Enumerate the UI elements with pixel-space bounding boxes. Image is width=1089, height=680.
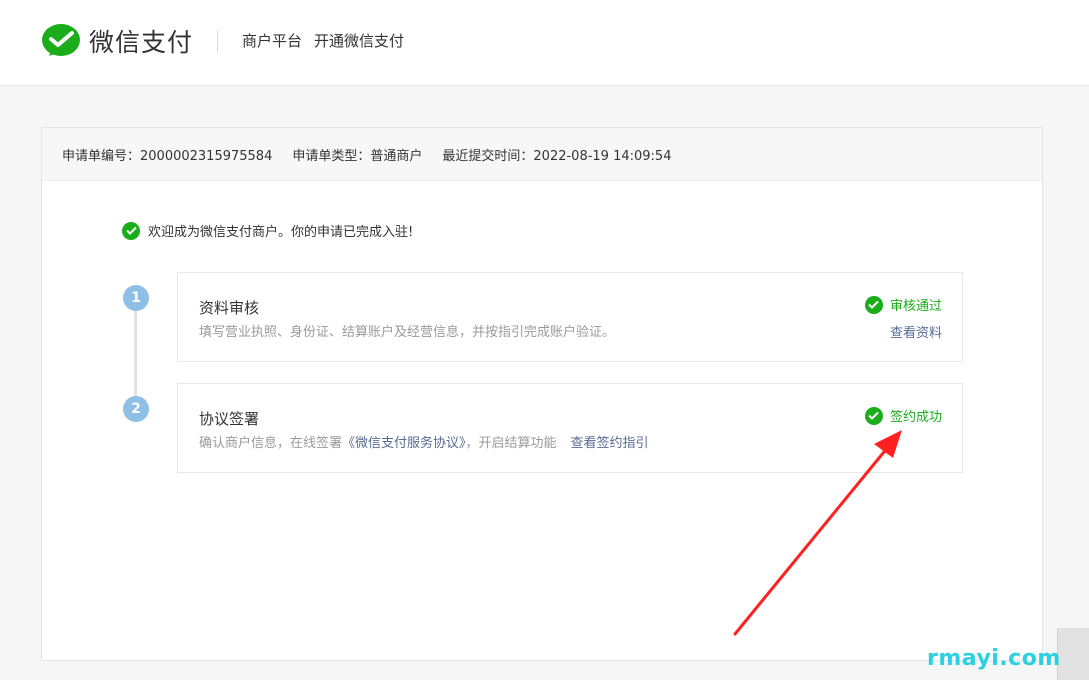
application-meta-bar: 申请单编号：2000002315975584 申请单类型：普通商户 最近提交时间… bbox=[42, 128, 1042, 181]
wechat-pay-logo[interactable]: 微信支付 bbox=[41, 23, 193, 59]
step-number-1: 1 bbox=[123, 285, 149, 311]
step-status: 签约成功 bbox=[864, 406, 942, 425]
signing-guide-link[interactable]: 查看签约指引 bbox=[571, 436, 649, 451]
step-description: 确认商户信息，在线签署《微信支付服务协议》，开启结算功能 查看签约指引 bbox=[199, 436, 649, 451]
watermark: rmayi.com bbox=[927, 646, 1061, 671]
success-check-icon bbox=[122, 221, 140, 240]
agreement-link[interactable]: 《微信支付服务协议》 bbox=[342, 436, 466, 451]
status-text: 签约成功 bbox=[889, 410, 942, 425]
step-status: 审核通过 bbox=[864, 295, 942, 314]
nav-open-wechat-pay[interactable]: 开通微信支付 bbox=[314, 31, 404, 51]
step-card-review: 资料审核 填写营业执照、身份证、结算账户及经营信息，并按指引完成账户验证。 审核… bbox=[177, 272, 963, 362]
application-panel: 申请单编号：2000002315975584 申请单类型：普通商户 最近提交时间… bbox=[41, 127, 1043, 661]
step-title: 资料审核 bbox=[199, 299, 260, 317]
step-card-agreement: 协议签署 确认商户信息，在线签署《微信支付服务协议》，开启结算功能 查看签约指引 … bbox=[177, 383, 963, 473]
welcome-text: 欢迎成为微信支付商户。你的申请已完成入驻! bbox=[148, 225, 414, 240]
step-description: 填写营业执照、身份证、结算账户及经营信息，并按指引完成账户验证。 bbox=[199, 325, 616, 340]
wechat-pay-logo-icon bbox=[42, 24, 80, 56]
success-check-icon bbox=[864, 295, 883, 314]
success-check-icon bbox=[864, 406, 883, 425]
timeline-line bbox=[134, 302, 137, 410]
step-number-2: 2 bbox=[123, 396, 149, 422]
welcome-message: 欢迎成为微信支付商户。你的申请已完成入驻! bbox=[122, 221, 413, 240]
application-number: 申请单编号：2000002315975584 bbox=[62, 148, 273, 164]
nav-merchant-platform[interactable]: 商户平台 bbox=[242, 31, 302, 51]
view-info-link[interactable]: 查看资料 bbox=[890, 322, 942, 341]
submit-time: 最近提交时间：2022-08-19 14:09:54 bbox=[442, 148, 672, 164]
status-text: 审核通过 bbox=[889, 299, 942, 314]
top-bar: 微信支付 商户平台 开通微信支付 bbox=[0, 0, 1089, 86]
application-type: 申请单类型：普通商户 bbox=[292, 148, 423, 164]
header-divider bbox=[217, 30, 218, 52]
brand-name: 微信支付 bbox=[89, 28, 194, 57]
step-title: 协议签署 bbox=[199, 410, 260, 428]
side-widget[interactable] bbox=[1057, 628, 1089, 680]
header-nav: 商户平台 开通微信支付 bbox=[242, 31, 404, 51]
